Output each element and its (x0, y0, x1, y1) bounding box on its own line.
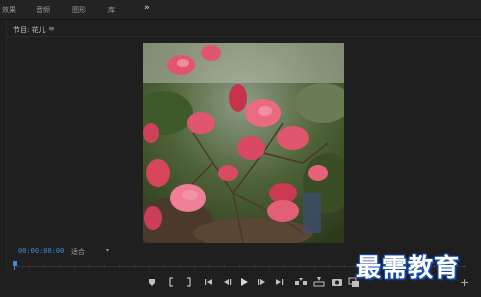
ruler-tick (464, 265, 465, 268)
zoom-fit-label: 适合 (71, 248, 85, 256)
workspace-tab-libraries[interactable]: 库 (108, 5, 115, 15)
go-to-out-icon (276, 279, 284, 285)
mark-in-icon (169, 277, 173, 287)
step-forward-icon (258, 279, 265, 285)
ruler-tick (269, 265, 270, 268)
ruler-tick (164, 265, 165, 268)
workspace-bar: 效果 音频 图形 库 » (0, 0, 481, 20)
workspace-tab-effects[interactable]: 效果 (2, 5, 16, 15)
insert-icon (295, 278, 307, 285)
more-workspaces-button[interactable]: » (144, 3, 150, 13)
workspace-tab-audio[interactable]: 音频 (36, 5, 50, 15)
ruler-tick (179, 265, 180, 268)
ruler-tick (59, 265, 60, 268)
ruler-tick (209, 265, 210, 268)
camera-icon (332, 279, 342, 286)
program-video-frame[interactable] (143, 43, 344, 243)
ruler-tick (299, 265, 300, 268)
playhead-timecode[interactable]: 00:00:00:00 (18, 247, 64, 255)
go-to-in-button[interactable] (203, 276, 215, 288)
play-button[interactable] (238, 276, 250, 288)
ruler-tick (239, 265, 240, 268)
step-forward-button[interactable] (256, 276, 268, 288)
button-editor-button[interactable]: + (460, 276, 469, 289)
insert-button[interactable] (294, 276, 308, 288)
ruler-tick (344, 265, 345, 268)
chevron-down-icon: ▾ (105, 247, 109, 254)
ruler-tick (194, 265, 195, 268)
go-to-in-icon (205, 279, 212, 285)
ruler-tick (74, 265, 75, 268)
add-marker-button[interactable] (147, 276, 157, 288)
playhead-handle[interactable] (13, 261, 17, 270)
panel-header-divider (6, 36, 481, 37)
ruler-tick (284, 265, 285, 268)
ruler-tick (104, 265, 105, 268)
overwrite-icon (313, 277, 325, 287)
ruler-tick (149, 265, 150, 268)
add-marker-icon (149, 279, 155, 286)
play-icon (241, 278, 248, 286)
ruler-tick (44, 265, 45, 268)
workspace-tab-graphics[interactable]: 图形 (72, 5, 86, 15)
export-frame-button[interactable] (331, 276, 343, 288)
mark-in-button[interactable] (167, 276, 177, 288)
step-back-icon (224, 279, 232, 285)
playhead-line (14, 266, 15, 270)
ruler-tick (89, 265, 90, 268)
ruler-tick (254, 265, 255, 268)
ruler-tick (119, 265, 120, 268)
ruler-tick (29, 265, 30, 268)
ruler-tick (329, 265, 330, 268)
panel-title[interactable]: 节目: 花儿 (13, 25, 46, 35)
zoom-fit-select[interactable]: 适合 ▾ (71, 247, 111, 256)
watermark-logo: 最需教育 (356, 253, 461, 282)
ruler-tick (314, 265, 315, 268)
overwrite-button[interactable] (312, 276, 326, 288)
ruler-tick (224, 265, 225, 268)
go-to-out-button[interactable] (273, 276, 285, 288)
panel-menu-icon[interactable]: ≡ (48, 24, 55, 33)
mark-out-button[interactable] (183, 276, 193, 288)
panel-divider (6, 21, 7, 271)
mark-out-icon (187, 277, 191, 287)
ruler-tick (134, 265, 135, 268)
step-back-button[interactable] (221, 276, 233, 288)
flower-image (143, 43, 344, 243)
